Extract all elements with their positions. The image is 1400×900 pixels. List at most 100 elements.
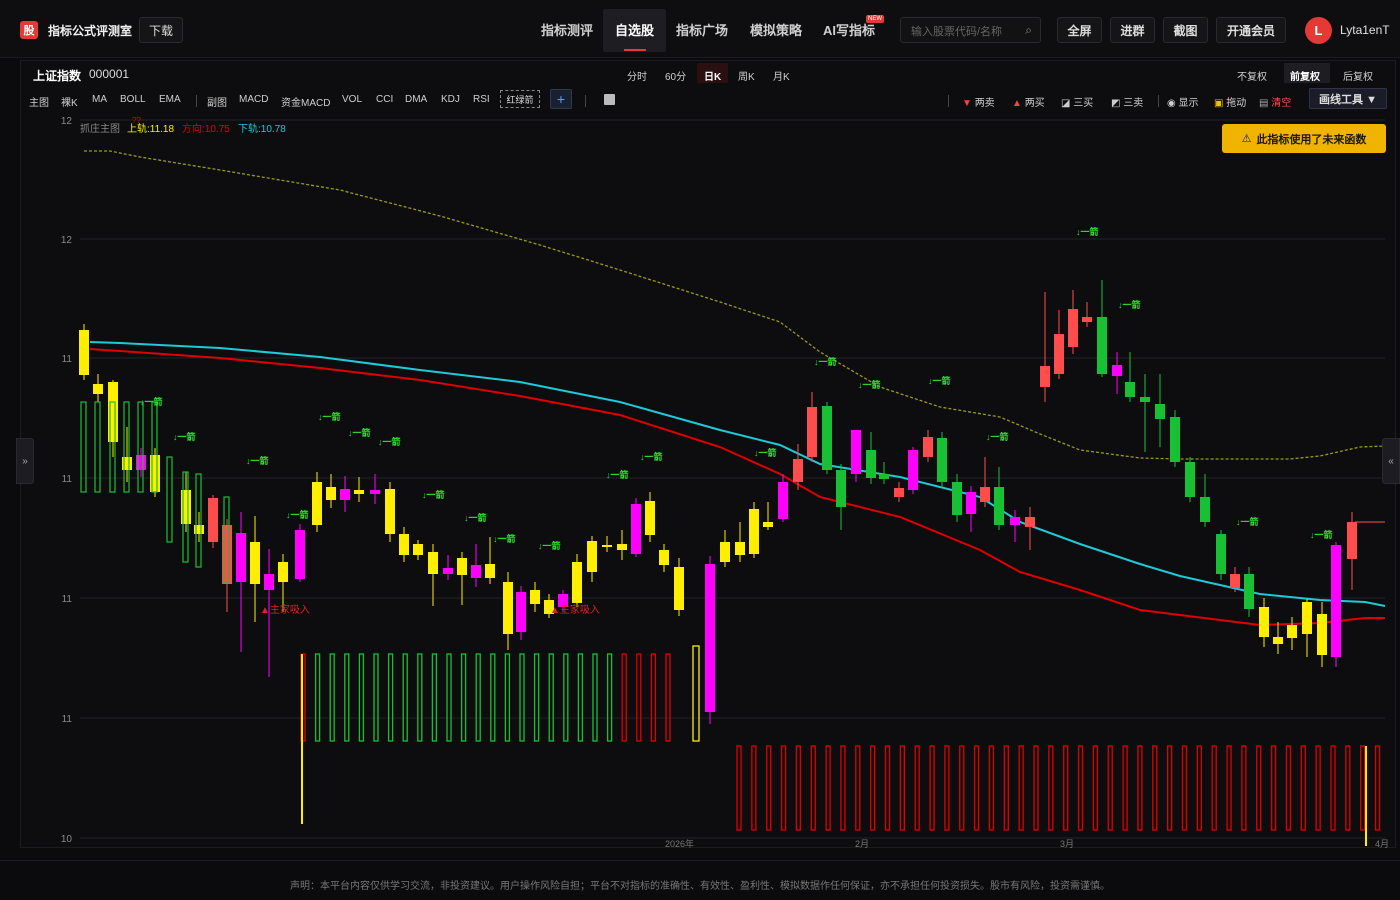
candle-body (631, 504, 641, 554)
histogram-bar (504, 653, 511, 742)
nav-simulated-strategy[interactable]: 模拟策略 (750, 20, 802, 39)
sell-signal-label: ↓一箭 (986, 431, 1009, 442)
candle-body (735, 542, 745, 555)
sell-signal-label: ↓一箭 (1236, 516, 1259, 527)
indicator-bare-k[interactable]: 裸K (61, 94, 78, 109)
nav-indicator-square[interactable]: 指标广场 (676, 20, 728, 39)
candle-body (208, 498, 218, 542)
indicator-kdj[interactable]: KDJ (441, 94, 460, 105)
indicator-vol[interactable]: VOL (342, 94, 362, 105)
indicator-red-green-arrow[interactable]: 红绿箭 (500, 90, 540, 108)
expand-left-button[interactable]: » (16, 438, 34, 484)
candle-body (937, 438, 947, 482)
drawing-tools-dropdown[interactable]: 画线工具 ▼ (1309, 88, 1387, 109)
top-navigation-bar: 股 指标公式评测室 下载 指标测评 自选股 指标广场 模拟策略 AI写指标 NE… (0, 0, 1400, 58)
indicator-ma[interactable]: MA (92, 94, 107, 105)
tool-three-buy[interactable]: ◪ 三买 (1061, 94, 1093, 109)
sell-signal-label: ↓一箭 (173, 431, 196, 442)
indicator-main[interactable]: 主图 (29, 94, 49, 109)
histogram-bar (1137, 745, 1143, 831)
indicator-sub[interactable]: 副图 (207, 94, 227, 109)
indicator-cci[interactable]: CCI (376, 94, 393, 105)
sell-signal-label: ↓一箭 (422, 489, 445, 500)
tool-two-sell[interactable]: ▼ 两卖 (962, 94, 995, 109)
period-tab-intraday[interactable]: 分时 (627, 68, 647, 83)
histogram-bar (1226, 745, 1232, 831)
tool-label: 显示 (1178, 98, 1199, 109)
tool-two-buy[interactable]: ▲ 两买 (1012, 94, 1045, 109)
future-function-warning[interactable]: ⚠ 此指标使用了未来函数 (1222, 124, 1386, 153)
period-tab-daily[interactable]: 日K (704, 68, 721, 83)
sell-signal-label: ↓一箭 (754, 447, 777, 458)
download-button[interactable]: 下载 (139, 17, 183, 43)
sell-signal-label: ↓一箭 (348, 427, 371, 438)
histogram-bar (1374, 745, 1381, 831)
tool-drag[interactable]: ▣ 拖动 (1214, 94, 1246, 109)
avatar[interactable]: L (1305, 17, 1332, 44)
period-tab-60min[interactable]: 60分 (665, 68, 686, 83)
histogram-bar (329, 653, 335, 742)
chart-legend-mark: ?? (132, 116, 141, 125)
save-icon[interactable] (604, 94, 615, 105)
histogram-bar (1345, 745, 1351, 831)
indicator-macd[interactable]: MACD (239, 94, 268, 105)
candle-body (471, 565, 481, 578)
y-axis-label: 11 (62, 354, 73, 365)
adjust-forward-tab[interactable]: 前复权 (1290, 68, 1320, 83)
sell-signal-label: ↓一箭 (814, 356, 837, 367)
period-tab-monthly[interactable]: 月K (773, 68, 790, 83)
candle-body (1170, 417, 1180, 462)
histogram-bar (780, 745, 787, 831)
indicator-boll[interactable]: BOLL (120, 94, 146, 105)
search-placeholder: 输入股票代码/名称 (911, 26, 1003, 38)
tool-show[interactable]: ◉ 显示 (1167, 94, 1199, 109)
stock-search-input[interactable]: 输入股票代码/名称 ⌕ (900, 17, 1041, 43)
histogram-bar (751, 745, 757, 831)
histogram-bar (621, 653, 627, 742)
histogram-bar (548, 653, 554, 742)
buy-signal-label: ▲主家吸入 (260, 603, 310, 616)
adjust-none-tab[interactable]: 不复权 (1237, 68, 1267, 83)
nav-indicator-review[interactable]: 指标测评 (541, 20, 593, 39)
histogram-bar (973, 745, 980, 831)
expand-right-button[interactable]: « (1382, 438, 1400, 484)
histogram-bar (373, 653, 379, 742)
chart-icon: ◩ (1111, 98, 1121, 109)
candle-body (278, 562, 288, 582)
indicator-rsi[interactable]: RSI (473, 94, 490, 105)
app-title[interactable]: 指标公式评测室 (48, 22, 132, 39)
indicator-dma[interactable]: DMA (405, 94, 427, 105)
tool-label: 拖动 (1226, 98, 1247, 109)
nav-active-underline (624, 49, 646, 51)
candle-body (264, 574, 274, 590)
candle-body (340, 489, 350, 500)
username[interactable]: Lyta1enT (1340, 23, 1390, 37)
period-tab-weekly[interactable]: 周K (738, 68, 755, 83)
chart-icon: ◪ (1061, 98, 1071, 109)
candle-body (602, 545, 612, 547)
join-group-button[interactable]: 进群 (1110, 17, 1155, 43)
candlestick-chart[interactable]: 12121111111110 2026年 2月 3月 4月抓庄主图 上轨:11.18 方向:… (20, 112, 1390, 848)
candle-body (295, 530, 305, 579)
histogram-bar (1315, 745, 1321, 831)
membership-button[interactable]: 开通会员 (1216, 17, 1286, 43)
stock-name: 上证指数 (33, 69, 82, 83)
tool-label: 三卖 (1123, 98, 1144, 109)
histogram-bar (1077, 745, 1084, 831)
app-logo-icon[interactable]: 股 (20, 21, 38, 39)
indicator-fund-macd[interactable]: 资金MACD (281, 94, 330, 109)
nav-watchlist[interactable]: 自选股 (615, 20, 654, 39)
search-icon[interactable]: ⌕ (1025, 23, 1032, 38)
histogram-bar (1063, 745, 1069, 831)
histogram-bar (1181, 745, 1188, 831)
fullscreen-button[interactable]: 全屏 (1057, 17, 1102, 43)
tool-clear[interactable]: ▤ 清空 (1259, 94, 1291, 109)
indicator-ema[interactable]: EMA (159, 94, 181, 105)
candle-body (587, 541, 597, 572)
histogram-bar (914, 745, 920, 831)
add-indicator-button[interactable]: + (550, 89, 572, 109)
histogram-bar (1152, 745, 1158, 831)
tool-three-sell[interactable]: ◩ 三卖 (1111, 94, 1143, 109)
screenshot-button[interactable]: 截图 (1163, 17, 1208, 43)
adjust-backward-tab[interactable]: 后复权 (1343, 68, 1373, 83)
